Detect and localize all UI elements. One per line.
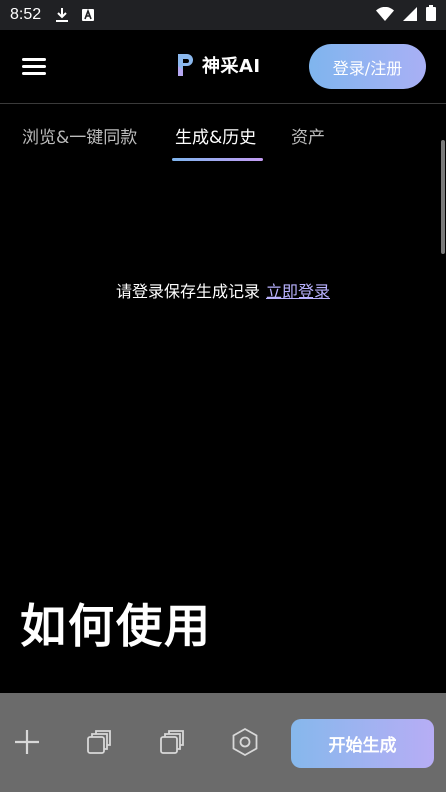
- login-prompt: 请登录保存生成记录 立即登录: [0, 278, 446, 302]
- tab-assets[interactable]: 资产: [291, 123, 325, 148]
- scrollbar[interactable]: [441, 140, 445, 254]
- logo-text: 神采AI: [202, 56, 261, 77]
- tab-bar: 浏览&一键同款 生成&历史 资产: [0, 104, 446, 164]
- app-notification-icon: [81, 8, 95, 22]
- add-icon[interactable]: [10, 725, 44, 759]
- login-prompt-text: 请登录保存生成记录: [115, 282, 260, 301]
- menu-icon[interactable]: [22, 58, 48, 78]
- signal-icon: [403, 6, 417, 25]
- image-stack-icon[interactable]: [82, 725, 116, 759]
- app-header: 神采AI 登录/注册: [0, 30, 446, 104]
- tab-generate-history[interactable]: 生成&历史: [175, 123, 256, 148]
- login-now-link[interactable]: 立即登录: [266, 282, 330, 301]
- login-register-button[interactable]: 登录/注册: [309, 44, 426, 89]
- hexagon-settings-icon[interactable]: [228, 725, 262, 759]
- app-logo: 神采AI: [176, 52, 261, 78]
- status-time: 8:52: [10, 6, 42, 23]
- start-generate-button[interactable]: 开始生成: [291, 719, 434, 768]
- logo-icon: [178, 54, 193, 76]
- wifi-icon: [376, 6, 394, 25]
- tab-browse-same-style[interactable]: 浏览&一键同款: [22, 123, 137, 148]
- image-stack-icon[interactable]: [155, 725, 189, 759]
- active-tab-indicator: [172, 158, 263, 161]
- how-to-title: 如何使用: [20, 599, 212, 653]
- bottom-toolbar: 开始生成: [0, 693, 446, 792]
- download-icon: [55, 7, 69, 23]
- battery-icon: [426, 5, 436, 25]
- status-bar: 8:52: [0, 0, 446, 30]
